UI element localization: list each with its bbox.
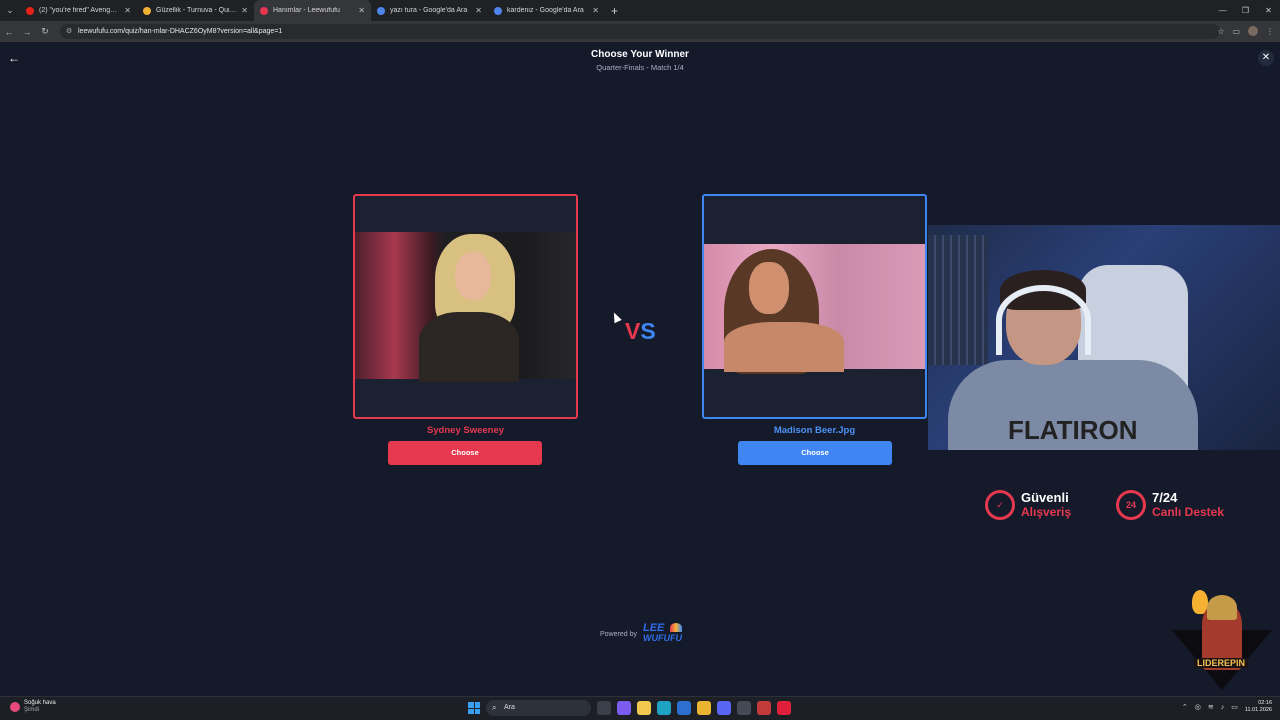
windows-taskbar: Soğuk hava Şimdi ⌕ Ara ⌃ ◎ ≋ ♪ ▭ 02:16 1… <box>0 696 1280 720</box>
close-tab-icon[interactable]: ✕ <box>241 6 248 15</box>
promo-support: 24 7/24 Canlı Destek <box>1116 490 1224 520</box>
close-tab-icon[interactable]: ✕ <box>475 6 482 15</box>
browser-tab[interactable]: kardeniz - Google'da Ara ✕ <box>488 0 605 21</box>
minimize-icon[interactable]: — <box>1211 0 1234 21</box>
contestant-photo-right <box>704 244 925 374</box>
task-view-icon[interactable] <box>597 701 611 715</box>
browser-tab-bar: ⌄ (2) "you're fired" Avengers natu✕ Güze… <box>0 0 1280 21</box>
helmet-icon <box>1207 595 1237 620</box>
quizei-favicon-icon <box>143 6 151 15</box>
weather-widget[interactable]: Soğuk hava Şimdi <box>10 700 56 714</box>
chrome-icon[interactable] <box>697 701 711 715</box>
battery-icon[interactable]: ▭ <box>1231 703 1238 711</box>
restore-icon[interactable]: ❐ <box>1234 0 1257 21</box>
photo-shoulders <box>724 322 844 372</box>
contestant-name-left: Sydney Sweeney <box>426 425 505 436</box>
reload-icon[interactable]: ↻ <box>36 26 54 37</box>
logo-mark-icon <box>669 623 682 632</box>
photo-face <box>455 252 491 300</box>
profile-avatar[interactable] <box>1248 26 1258 36</box>
versus-label: VS <box>625 318 656 344</box>
search-icon: ⌕ <box>492 703 497 712</box>
powered-by-text: Powered by <box>600 630 637 638</box>
powered-by: Powered by LEE WUFUFU <box>600 622 685 646</box>
close-tab-icon[interactable]: ✕ <box>358 6 365 15</box>
close-window-icon[interactable]: ✕ <box>1257 0 1280 21</box>
promo-secure-shopping: ✓ Güvenli Alışveriş <box>985 490 1071 520</box>
contestant-photo-left <box>355 232 576 382</box>
app-icon[interactable] <box>737 701 751 715</box>
page-title: Choose Your Winner <box>591 49 689 60</box>
volume-icon[interactable]: ♪ <box>1221 704 1225 711</box>
photo-dress <box>419 312 519 382</box>
youtube-favicon-icon <box>26 6 34 15</box>
page-header: Choose Your Winner Quarter-Finals - Matc… <box>0 49 1280 72</box>
url-text: leewufufu.com/quiz/han-mlar-DHACZ6OyM8?v… <box>78 28 283 35</box>
toolbar-actions: ☆ ▭ ⋮ <box>1217 24 1274 39</box>
leewufufu-logo[interactable]: LEE WUFUFU <box>643 622 685 646</box>
webcam-overlay: FLATIRON <box>928 225 1280 450</box>
headset-icon <box>996 285 1091 355</box>
system-tray: ⌃ ◎ ≋ ♪ ▭ 02:16 11.01.2026 <box>1182 700 1272 714</box>
leewufufu-favicon-icon <box>260 6 268 15</box>
photo-face <box>749 262 789 314</box>
windows-start-icon[interactable] <box>468 702 480 714</box>
close-tab-icon[interactable]: ✕ <box>592 6 599 15</box>
cart-check-icon: ✓ <box>985 490 1015 520</box>
browser-toolbar: ← → ↻ ⚙ leewufufu.com/quiz/han-mlar-DHAC… <box>0 21 1280 42</box>
store-icon[interactable] <box>677 701 691 715</box>
taskbar-search[interactable]: ⌕ Ara <box>486 700 591 716</box>
file-explorer-icon[interactable] <box>637 701 651 715</box>
close-tab-icon[interactable]: ✕ <box>124 6 131 15</box>
browser-tab[interactable]: Güzellik - Turnuva - Quizei ✕ <box>137 0 254 21</box>
tab-search-icon[interactable]: ⌄ <box>0 0 20 21</box>
google-favicon-icon <box>494 6 502 15</box>
contestant-name-right: Madison Beer.Jpg <box>773 425 856 436</box>
wifi-icon[interactable]: ≋ <box>1208 703 1214 711</box>
liderepin-badge: LIDEREPIN <box>1172 590 1272 690</box>
forward-arrow-icon[interactable]: → <box>18 27 36 37</box>
bookshelf <box>928 235 988 365</box>
browser-tab[interactable]: (2) "you're fired" Avengers natu✕ <box>20 0 137 21</box>
opera-icon[interactable] <box>777 701 791 715</box>
network-icon[interactable]: ◎ <box>1195 703 1201 711</box>
taskbar-apps: ⌕ Ara <box>468 700 791 716</box>
contestant-card-left[interactable] <box>353 194 578 419</box>
edge-icon[interactable] <box>657 701 671 715</box>
clock-24-icon: 24 <box>1116 490 1146 520</box>
sweater-print: FLATIRON <box>1008 415 1138 445</box>
choose-button-right[interactable]: Choose <box>738 441 892 465</box>
app-icon[interactable] <box>757 701 771 715</box>
match-subtitle: Quarter-Finals - Match 1/4 <box>596 63 684 72</box>
google-favicon-icon <box>377 6 385 15</box>
discord-icon[interactable] <box>717 701 731 715</box>
browser-tab[interactable]: yazı tura - Google'da Ara ✕ <box>371 0 488 21</box>
weather-icon <box>10 702 20 712</box>
contestant-card-right[interactable] <box>702 194 927 419</box>
site-info-icon[interactable]: ⚙ <box>66 24 72 39</box>
back-arrow-icon[interactable]: ← <box>0 27 18 37</box>
choose-button-left[interactable]: Choose <box>388 441 542 465</box>
badge-label: LIDEREPIN <box>1194 658 1249 668</box>
browser-tab-active[interactable]: Hanımlar - Leewufufu ✕ <box>254 0 371 21</box>
url-bar[interactable]: ⚙ leewufufu.com/quiz/han-mlar-DHACZ6OyM8… <box>60 24 1220 39</box>
menu-dots-icon[interactable]: ⋮ <box>1266 24 1274 39</box>
bookmark-star-icon[interactable]: ☆ <box>1217 24 1224 39</box>
copilot-icon[interactable] <box>617 701 631 715</box>
taskbar-clock[interactable]: 02:16 11.01.2026 <box>1245 700 1272 714</box>
new-tab-plus-icon[interactable]: + <box>611 4 618 18</box>
window-controls: — ❐ ✕ <box>1211 0 1280 21</box>
cast-icon[interactable]: ▭ <box>1232 24 1240 39</box>
tray-chevron-icon[interactable]: ⌃ <box>1182 703 1188 711</box>
